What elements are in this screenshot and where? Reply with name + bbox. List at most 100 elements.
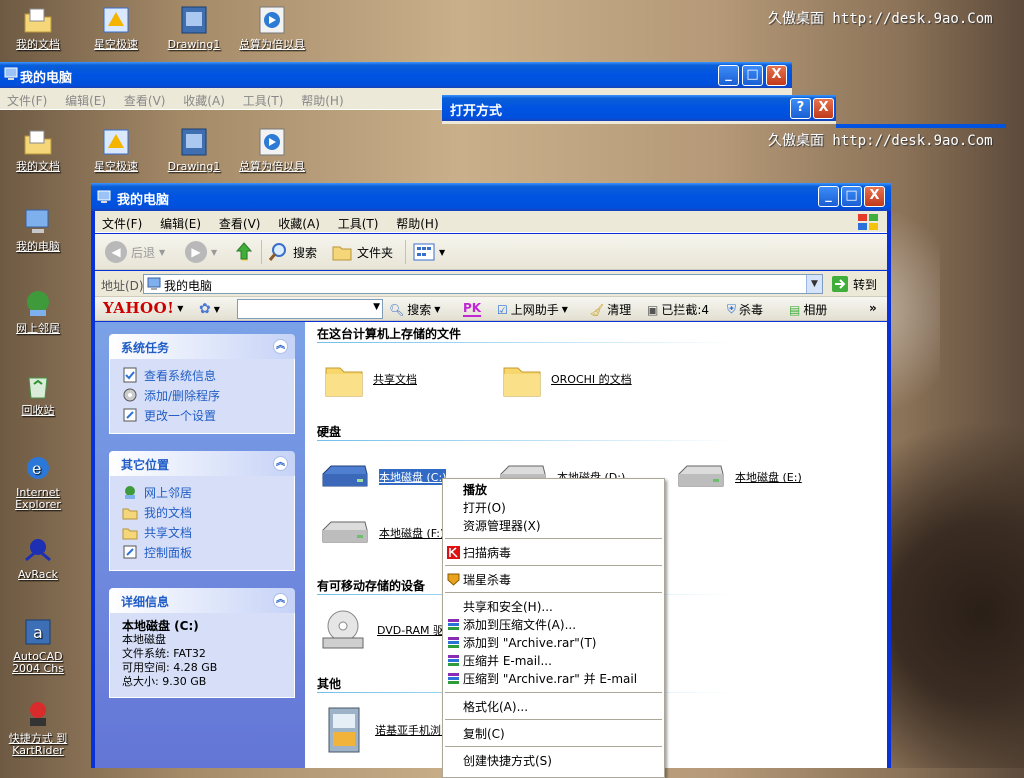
forward-button[interactable]: ▶ ▼ xyxy=(185,240,217,264)
other-places-panel: 其它位置 ︽ 网上邻居 我的文档 共享文档 控制面板 xyxy=(109,451,295,571)
menu-item-add-to-archive-rar[interactable]: 添加到 "Archive.rar"(T) xyxy=(448,634,596,652)
dialog-close-button[interactable]: X xyxy=(813,98,834,119)
main-window-titlebar[interactable]: 我的电脑 _ □ X xyxy=(91,183,891,211)
menu-tools[interactable]: 工具(T) xyxy=(331,211,386,232)
hard-disk-icon xyxy=(678,465,724,487)
close-button[interactable]: X xyxy=(864,186,885,207)
menu-help[interactable]: 帮助(H) xyxy=(389,211,445,232)
dialog-help-button[interactable]: ? xyxy=(790,98,811,119)
task-view-system-info[interactable]: 查看系统信息 xyxy=(122,365,294,385)
yahoo-assistant-button[interactable]: ☑ 上网助手 ▼ xyxy=(497,301,568,318)
winrar-icon xyxy=(448,637,459,648)
desktop-icon-my-computer[interactable]: 我的电脑 xyxy=(0,206,76,253)
search-button[interactable]: 搜索 xyxy=(267,240,317,264)
autocad-icon: a xyxy=(25,619,51,645)
folders-button[interactable]: 文件夹 xyxy=(331,240,393,264)
collapse-chevron-icon[interactable]: ︽ xyxy=(273,456,288,471)
desktop-icon-drawing1-2[interactable]: Drawing1 xyxy=(156,126,232,173)
desktop-icon-broadband-2[interactable]: 星空极速 xyxy=(78,126,154,173)
checkbox-icon: ☑ xyxy=(497,302,508,317)
details-header[interactable]: 详细信息 ︽ xyxy=(109,588,295,613)
address-dropdown-icon[interactable]: ▼ xyxy=(806,275,822,293)
other-places-header[interactable]: 其它位置 ︽ xyxy=(109,451,295,476)
menu-item-open[interactable]: 打开(O) xyxy=(463,499,506,517)
yahoo-search-input[interactable]: ▼ xyxy=(237,299,383,319)
menu-item-copy[interactable]: 复制(C) xyxy=(463,725,505,743)
desktop-icon-my-documents[interactable]: 我的文档 xyxy=(0,4,76,51)
menu-item-scan-virus[interactable]: 扫描病毒 xyxy=(447,544,511,562)
back-button[interactable]: ◀ 后退 ▼ xyxy=(105,240,165,264)
drive-f[interactable]: 本地磁盘 (F:) xyxy=(319,516,444,550)
ghost-menu-favorites[interactable]: 收藏(A) xyxy=(176,88,232,109)
collapse-chevron-icon[interactable]: ︽ xyxy=(273,339,288,354)
address-input[interactable]: 我的电脑 ▼ xyxy=(143,274,823,294)
drawing-file-icon xyxy=(181,6,207,34)
menu-item-compress-to-rar-email[interactable]: 压缩到 "Archive.rar" 并 E-mail xyxy=(448,670,637,688)
user-documents-folder[interactable]: OROCHI 的文档 xyxy=(501,358,632,400)
desktop-icon-ie[interactable]: e Internet Explorer xyxy=(0,452,76,511)
place-shared-documents[interactable]: 共享文档 xyxy=(122,522,294,542)
menu-item-format[interactable]: 格式化(A)... xyxy=(463,698,528,716)
yahoo-logo-button[interactable]: YAHOO! ▼ xyxy=(103,299,183,317)
menu-file[interactable]: 文件(F) xyxy=(95,211,149,232)
menu-separator xyxy=(445,692,662,693)
desktop-icon-autocad[interactable]: a AutoCAD 2004 Chs xyxy=(0,616,76,675)
yahoo-search-dropdown-icon[interactable]: ▼ xyxy=(373,302,380,312)
menu-separator xyxy=(445,592,662,593)
ghost-menu-tools[interactable]: 工具(T) xyxy=(236,88,291,109)
yahoo-blocked-button[interactable]: ▣ 已拦截:4 xyxy=(647,301,709,318)
menu-edit[interactable]: 编辑(E) xyxy=(153,211,208,232)
section-other: 其他 xyxy=(317,677,342,691)
menu-item-sharing-security[interactable]: 共享和安全(H)... xyxy=(463,598,553,616)
go-button[interactable]: 转到 xyxy=(831,274,877,294)
collapse-chevron-icon[interactable]: ︽ xyxy=(273,593,288,608)
desktop-icon-media[interactable]: 总算为倍以具 xyxy=(234,4,310,51)
desktop-icon-drawing1[interactable]: Drawing1 xyxy=(156,4,232,51)
task-change-setting[interactable]: 更改一个设置 xyxy=(122,405,294,425)
drive-e[interactable]: 本地磁盘 (E:) xyxy=(675,460,802,494)
system-tasks-header[interactable]: 系统任务 ︽ xyxy=(109,334,295,359)
place-my-documents[interactable]: 我的文档 xyxy=(122,502,294,522)
desktop-icon-network[interactable]: 网上邻居 xyxy=(0,288,76,335)
broom-icon: 🧹︎ xyxy=(589,302,605,317)
yahoo-search-button[interactable]: 🔍︎ 搜索 ▼ xyxy=(389,301,440,318)
place-control-panel[interactable]: 控制面板 xyxy=(122,542,294,562)
menu-item-explore[interactable]: 资源管理器(X) xyxy=(463,517,541,535)
place-network[interactable]: 网上邻居 xyxy=(122,482,294,502)
desktop-icon-recycle-bin[interactable]: 回收站 xyxy=(0,370,76,417)
menu-item-add-to-archive[interactable]: 添加到压缩文件(A)... xyxy=(448,616,576,634)
ghost-menu-edit[interactable]: 编辑(E) xyxy=(58,88,113,109)
back-arrow-icon: ◀ xyxy=(105,241,127,263)
yahoo-album-button[interactable]: ▤ 相册 xyxy=(789,301,827,318)
desktop-icon-my-documents-2[interactable]: 我的文档 xyxy=(0,126,76,173)
up-folder-button[interactable] xyxy=(233,240,255,264)
yahoo-clean-button[interactable]: 🧹︎ 清理 xyxy=(589,301,631,318)
menu-item-play[interactable]: 播放 xyxy=(463,481,487,499)
desktop-icon-broadband[interactable]: 星空极速 xyxy=(78,4,154,51)
menu-view[interactable]: 查看(V) xyxy=(212,211,268,232)
yahoo-pk-button[interactable]: PK xyxy=(463,301,482,317)
yahoo-antivirus-button[interactable]: ⛨ 杀毒 xyxy=(727,301,763,318)
yahoo-flower-button[interactable]: ✿ ▼ xyxy=(199,301,220,317)
desktop-icon-avrack[interactable]: AvRack xyxy=(0,534,76,581)
ghost-menu-help[interactable]: 帮助(H) xyxy=(294,88,350,109)
drive-c[interactable]: 本地磁盘 (C:) xyxy=(319,460,447,494)
menu-item-compress-email[interactable]: 压缩并 E-mail... xyxy=(448,652,552,670)
desktop-icon-kartrider[interactable]: 快捷方式 到 KartRider xyxy=(0,698,76,757)
ghost-close-button[interactable]: X xyxy=(766,65,787,86)
desktop-icon-media-2[interactable]: 总算为倍以具 xyxy=(234,126,310,173)
views-button[interactable]: ▼ xyxy=(413,240,445,264)
ghost-menu-file[interactable]: 文件(F) xyxy=(0,88,54,109)
shared-documents-folder[interactable]: 共享文档 xyxy=(323,358,417,400)
menu-item-rising-antivirus[interactable]: 瑞星杀毒 xyxy=(447,571,511,589)
my-computer-icon xyxy=(147,277,161,290)
ghost-menu-view[interactable]: 查看(V) xyxy=(117,88,173,109)
ghost-minimize-button[interactable]: _ xyxy=(718,65,739,86)
toolbar-more-button[interactable]: » xyxy=(869,301,877,315)
maximize-button[interactable]: □ xyxy=(841,186,862,207)
menu-favorites[interactable]: 收藏(A) xyxy=(271,211,327,232)
ghost-maximize-button[interactable]: □ xyxy=(742,65,763,86)
task-add-remove-programs[interactable]: 添加/删除程序 xyxy=(122,385,294,405)
minimize-button[interactable]: _ xyxy=(818,186,839,207)
menu-item-create-shortcut[interactable]: 创建快捷方式(S) xyxy=(463,752,552,770)
